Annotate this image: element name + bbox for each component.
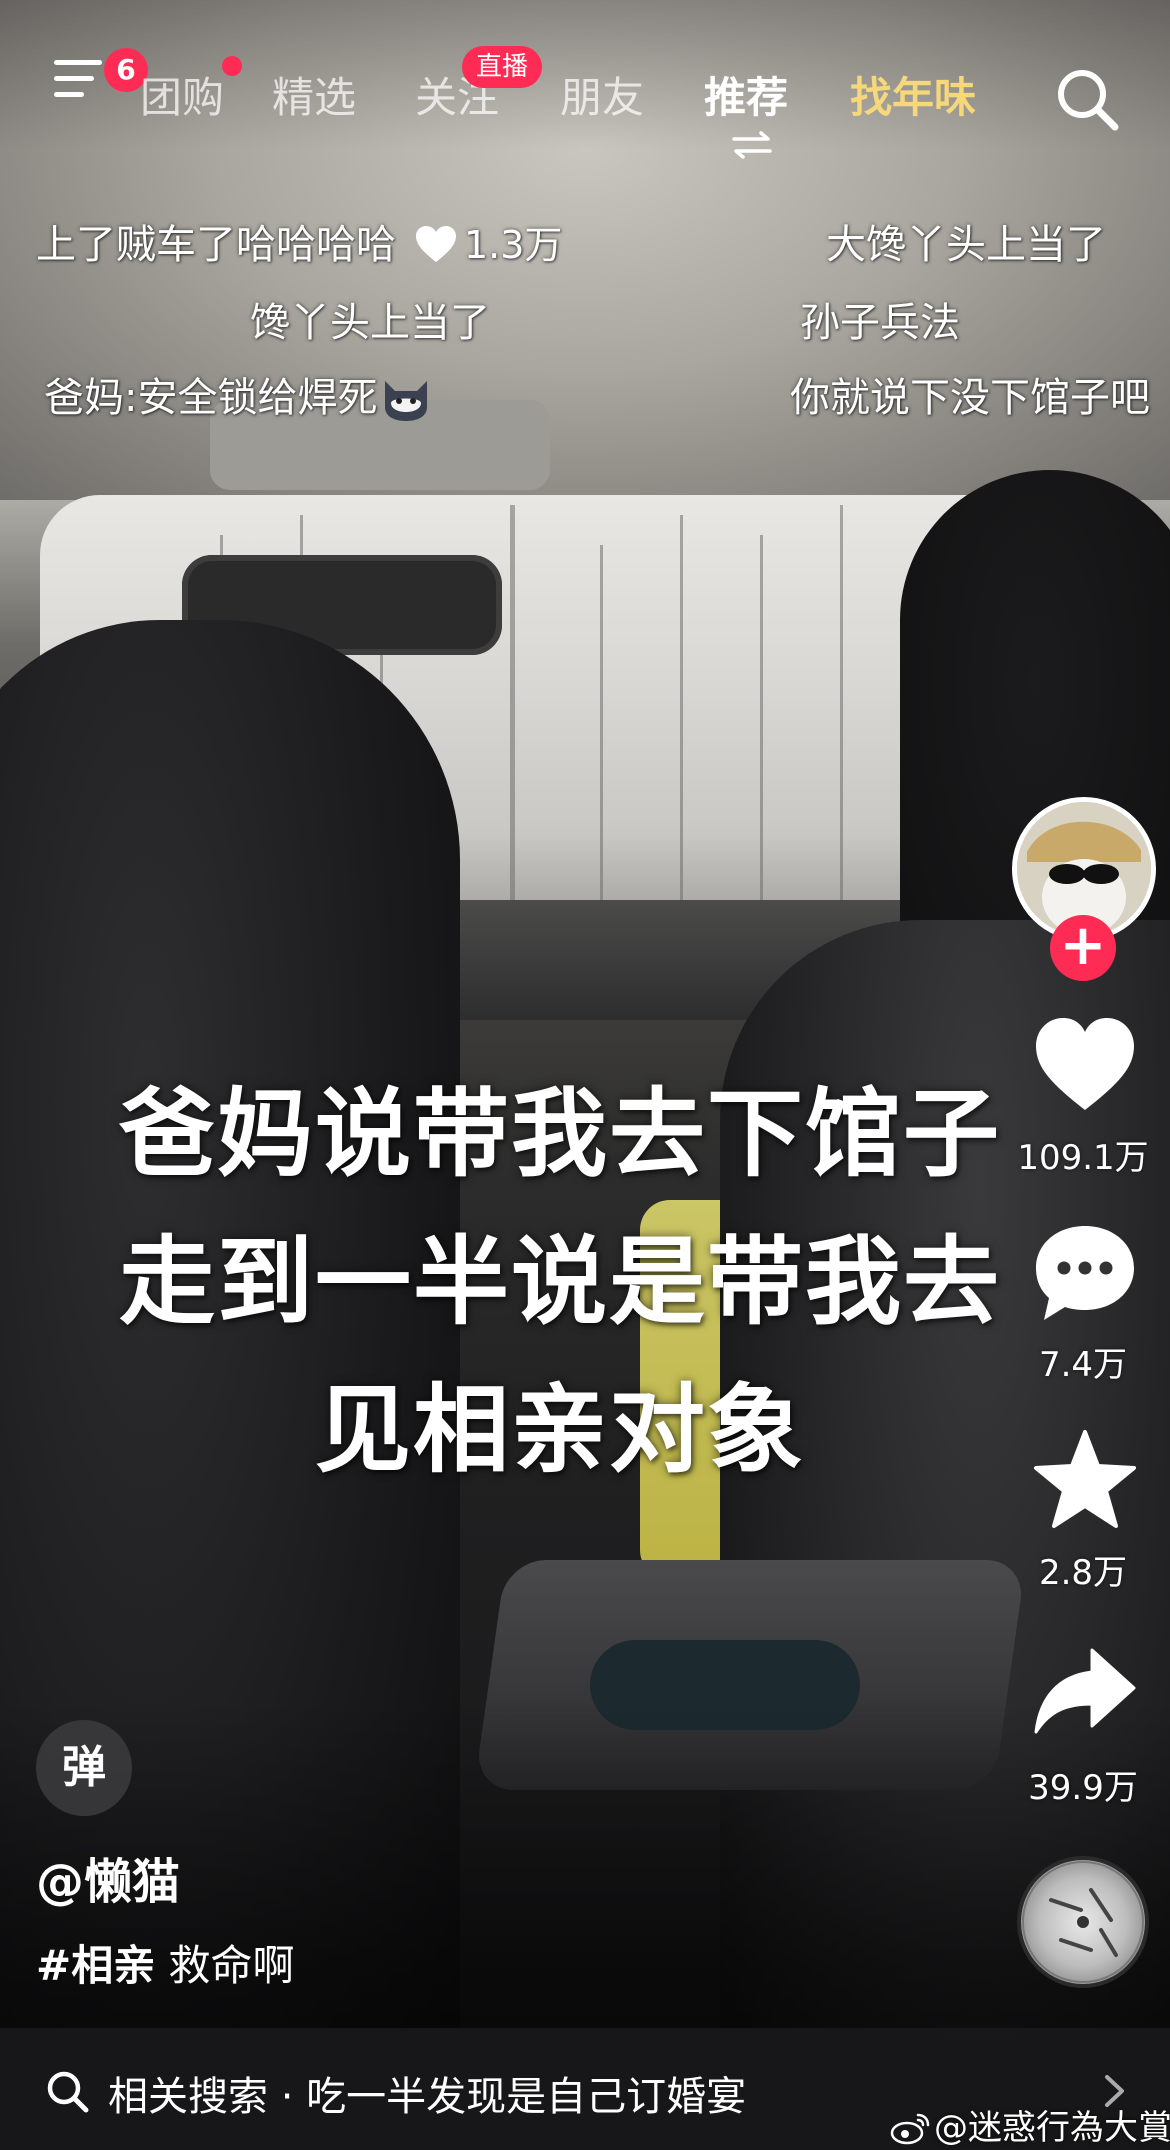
favorite-star-icon[interactable] [1030,1426,1140,1536]
like-count: 109.1万 [1017,1138,1149,1178]
caption-line: 爸妈说带我去下馆子 [119,1078,1001,1190]
weibo-watermark: @迷惑行為大賞 [890,2100,1170,2149]
video-description: #相亲 救命啊 [36,1932,295,1993]
follow-button[interactable]: + [1050,915,1116,981]
weibo-icon [890,2113,930,2145]
danmaku-toggle-button[interactable]: 弹 [36,1720,132,1816]
music-disc-icon[interactable] [1017,1856,1149,1988]
share-arrow-icon[interactable] [1030,1640,1140,1750]
danmaku-item[interactable]: 你就说下没下馆子吧 [790,365,1170,423]
caption-line: 走到一半说是带我去 [119,1226,1001,1338]
description-text: 救命啊 [155,1941,295,1990]
cat-emoji-icon [385,381,428,421]
comment-icon[interactable] [1030,1218,1140,1328]
favorite-count: 2.8万 [1038,1553,1128,1593]
like-heart-icon[interactable] [1030,1010,1140,1120]
tab-featured[interactable]: 精选 [272,64,356,125]
danmaku-item[interactable]: 馋丫头上当了 [250,290,490,348]
heart-icon [416,226,456,262]
tab-new-year[interactable]: 找年味 [850,64,976,125]
related-search-label: 相关搜索 · 吃一半发现是自己订婚宴 [108,2074,747,2120]
tab-recommend[interactable]: 推荐 [704,64,788,125]
danmaku-item[interactable]: 孙子兵法 [800,290,960,348]
tab-group-buy[interactable]: 团购 [140,64,224,125]
caption-line: 见相亲对象 [315,1374,805,1486]
share-count: 39.9万 [1028,1768,1138,1808]
danmaku-item[interactable]: 大馋丫头上当了 [826,212,1106,270]
swap-arrows-icon [732,131,772,159]
music-disc-art [1022,1861,1144,1983]
danmaku-item[interactable]: 上了贼车了哈哈哈哈 1.3万 [36,212,562,270]
tab-friends[interactable]: 朋友 [560,64,644,125]
hashtag-link[interactable]: #相亲 [36,1941,155,1990]
search-icon[interactable] [1052,64,1122,134]
danmaku-item[interactable]: 爸妈:安全锁给焊死 [44,365,433,423]
live-badge: 直播 [462,46,543,88]
search-icon [47,2071,89,2113]
comment-count: 7.4万 [1038,1345,1128,1385]
author-name[interactable]: @懒猫 [36,1842,180,1912]
video-caption: 爸妈说带我去下馆子 走到一半说是带我去 见相亲对象 [60,1060,1060,1504]
notification-dot [222,56,242,76]
top-navigation: 6 团购 精选 关注 直播 朋友 推荐 找年味 [0,30,1170,159]
menu-button[interactable] [50,46,110,106]
